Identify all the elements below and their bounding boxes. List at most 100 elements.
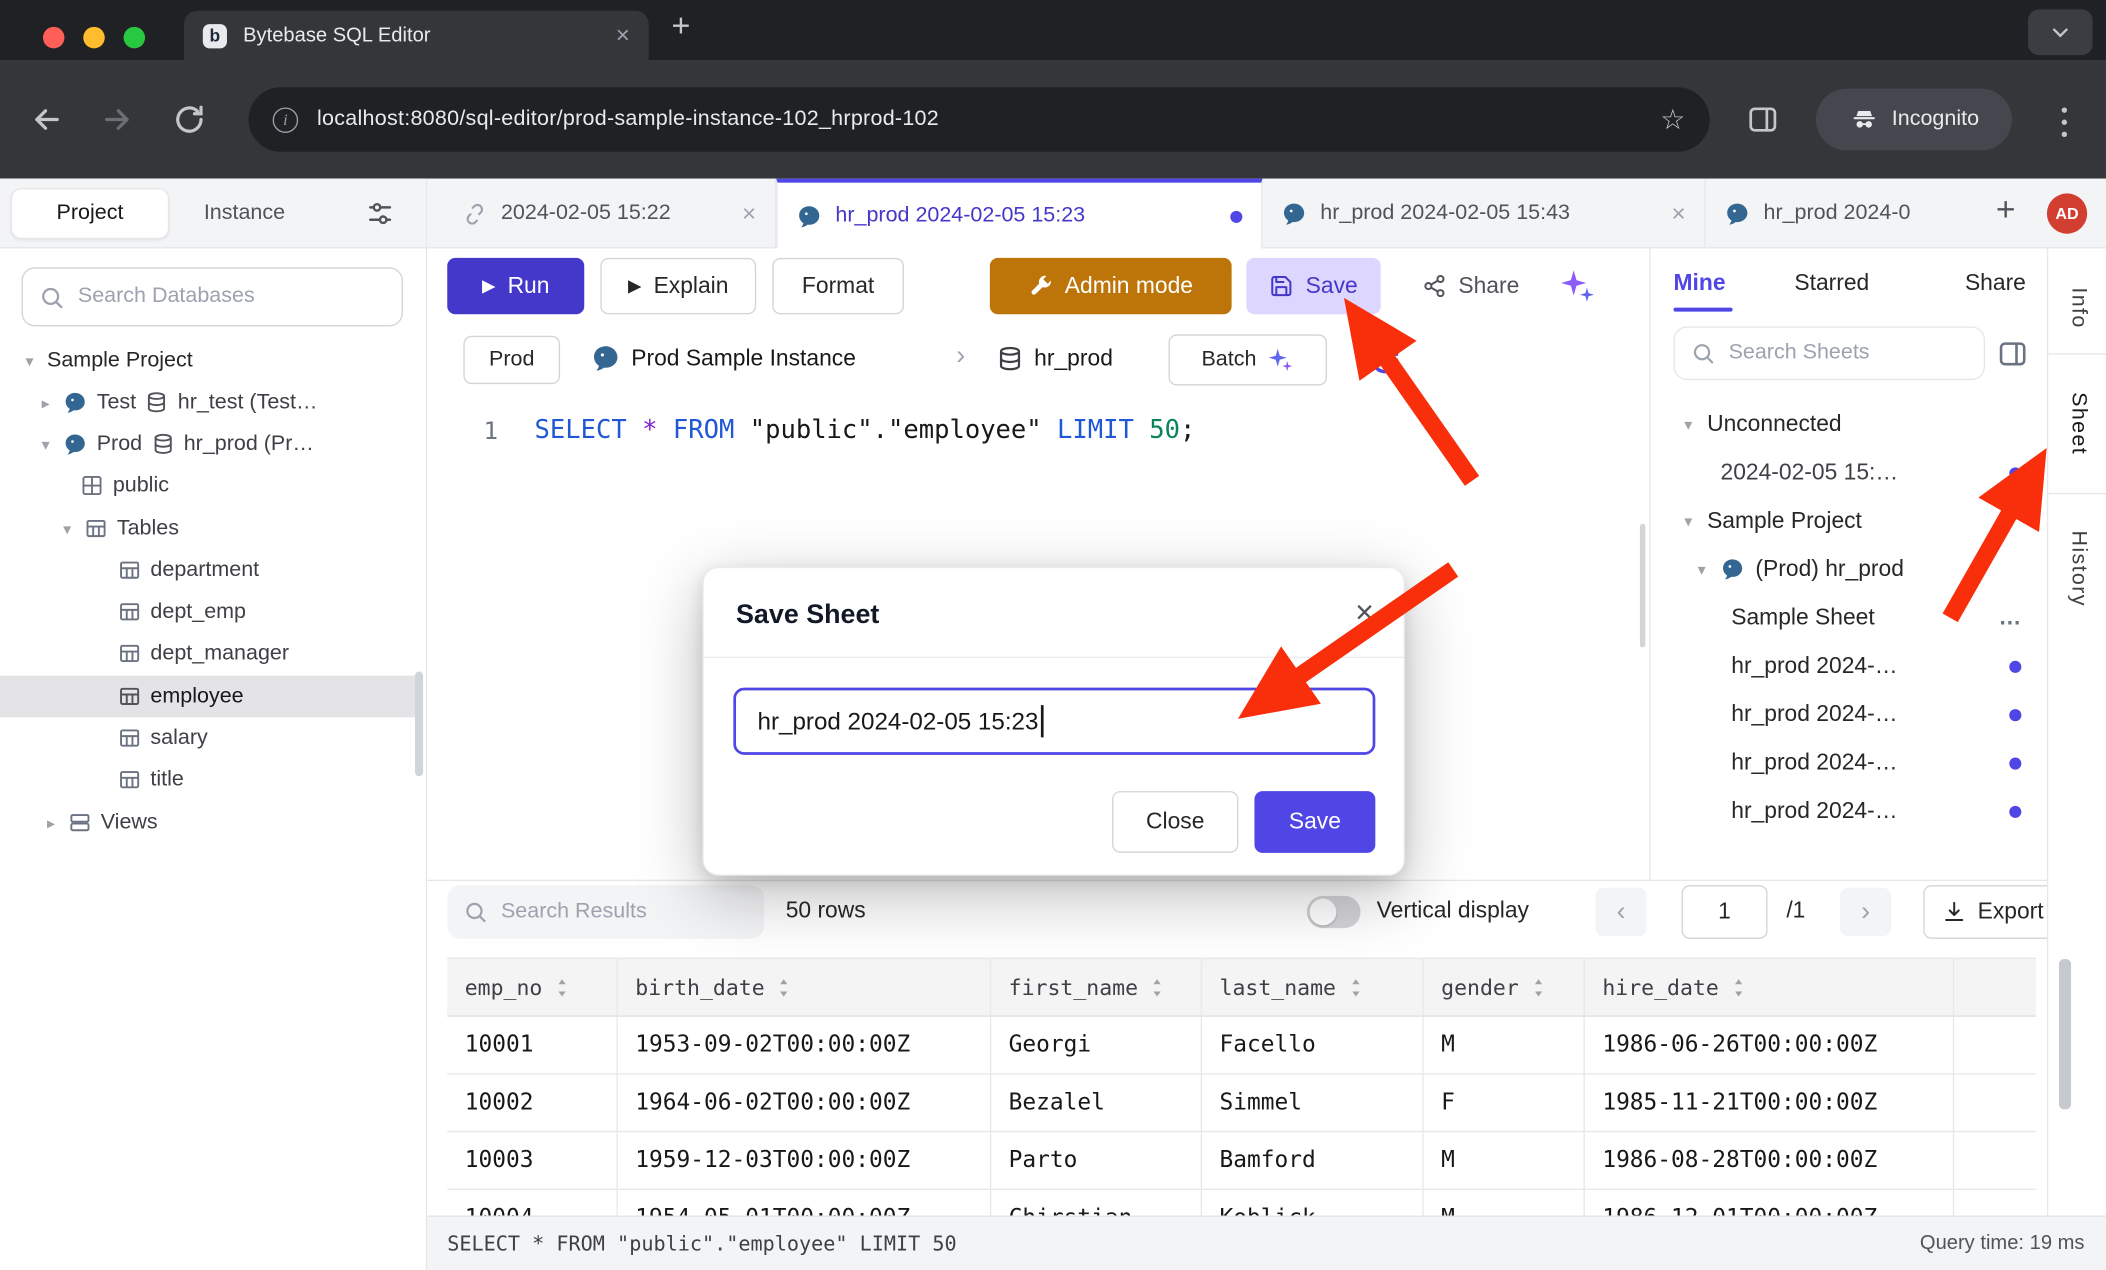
browser-tab[interactable]: b Bytebase SQL Editor × bbox=[184, 11, 649, 61]
sidebar-tab-instance[interactable]: Instance bbox=[175, 188, 315, 239]
tree-item-table-title[interactable]: title bbox=[0, 759, 419, 801]
tree-item-test-db[interactable]: ▸ Test hr_test (Test… bbox=[0, 381, 419, 423]
browser-menu-icon[interactable] bbox=[2058, 101, 2071, 144]
search-databases-input[interactable]: Search Databases bbox=[21, 267, 402, 326]
editor-tab-4[interactable]: hr_prod 2024-0 bbox=[1706, 179, 1975, 249]
tree-item-views[interactable]: ▸ Views bbox=[0, 802, 419, 844]
tree-item-table-salary[interactable]: salary bbox=[0, 717, 419, 759]
tab-close-icon[interactable]: × bbox=[1671, 199, 1685, 227]
window-zoom-button[interactable] bbox=[124, 27, 145, 48]
new-query-tab-button[interactable]: + bbox=[1996, 191, 2016, 230]
tab-starred[interactable]: Starred bbox=[1794, 270, 1869, 297]
table-cell[interactable]: Bamford bbox=[1202, 1132, 1424, 1188]
instance-name[interactable]: Prod Sample Instance bbox=[631, 345, 856, 372]
table-cell[interactable]: M bbox=[1424, 1017, 1585, 1073]
batch-button[interactable]: Batch bbox=[1168, 334, 1326, 385]
run-button[interactable]: ▶Run bbox=[447, 258, 584, 314]
table-cell[interactable]: Koblick bbox=[1202, 1190, 1424, 1216]
admin-mode-button[interactable]: Admin mode bbox=[990, 258, 1232, 314]
table-cell[interactable]: Chirstian bbox=[991, 1190, 1202, 1216]
tree-item-prod-db[interactable]: ▾ Prod hr_prod (Pr… bbox=[0, 423, 419, 465]
column-header[interactable]: gender bbox=[1424, 959, 1585, 1015]
tab-sheet[interactable]: Sheet bbox=[2048, 355, 2106, 495]
table-cell[interactable]: Facello bbox=[1202, 1017, 1424, 1073]
table-cell[interactable]: 10003 bbox=[447, 1132, 618, 1188]
sort-icon[interactable] bbox=[1530, 977, 1547, 997]
table-row[interactable]: 10004 1954-05-01T00:00:00Z Chirstian Kob… bbox=[447, 1190, 2036, 1216]
editor-tab-3[interactable]: hr_prod 2024-02-05 15:43 × bbox=[1263, 179, 1706, 249]
sheet-group-unconnected[interactable]: ▾ Unconnected bbox=[1651, 400, 2049, 448]
table-cell[interactable]: F bbox=[1424, 1074, 1585, 1130]
table-cell[interactable]: 10001 bbox=[447, 1017, 618, 1073]
table-cell[interactable]: Parto bbox=[991, 1132, 1202, 1188]
side-panel-icon[interactable] bbox=[1746, 103, 1780, 135]
filter-settings-icon[interactable] bbox=[365, 199, 395, 229]
table-row[interactable]: 10001 1953-09-02T00:00:00Z Georgi Facell… bbox=[447, 1017, 2036, 1075]
forward-icon[interactable] bbox=[99, 102, 134, 137]
window-minimize-button[interactable] bbox=[83, 27, 104, 48]
tab-search-button[interactable] bbox=[2028, 9, 2092, 55]
vertical-display-toggle[interactable] bbox=[1307, 896, 1361, 928]
tab-close-icon[interactable]: × bbox=[742, 199, 756, 227]
sheet-item[interactable]: hr_prod 2024-… bbox=[1651, 787, 2049, 835]
sheet-item[interactable]: 2024-02-05 15:… bbox=[1651, 449, 2049, 497]
back-icon[interactable] bbox=[30, 102, 65, 137]
table-row[interactable]: 10002 1964-06-02T00:00:00Z Bezalel Simme… bbox=[447, 1074, 2036, 1132]
table-cell[interactable]: 1986-08-28T00:00:00Z bbox=[1585, 1132, 1954, 1188]
bookmark-star-icon[interactable]: ☆ bbox=[1660, 103, 1685, 137]
table-cell[interactable]: M bbox=[1424, 1190, 1585, 1216]
tree-item-table-department[interactable]: department bbox=[0, 549, 419, 591]
sheet-item[interactable]: hr_prod 2024-… bbox=[1651, 690, 2049, 738]
tree-item-sample-project[interactable]: ▾ Sample Project bbox=[0, 340, 419, 382]
table-cell[interactable]: Georgi bbox=[991, 1017, 1202, 1073]
tab-share[interactable]: Share bbox=[1965, 270, 2026, 297]
sidebar-scrollbar[interactable] bbox=[415, 672, 423, 777]
user-avatar[interactable]: AD bbox=[2047, 193, 2087, 233]
table-cell[interactable]: Simmel bbox=[1202, 1074, 1424, 1130]
column-header[interactable]: first_name bbox=[991, 959, 1202, 1015]
dialog-save-button[interactable]: Save bbox=[1254, 791, 1375, 853]
window-close-button[interactable] bbox=[43, 27, 64, 48]
caret-down-icon[interactable]: ▾ bbox=[21, 351, 37, 370]
caret-right-icon[interactable]: ▸ bbox=[38, 393, 54, 412]
tab-history[interactable]: History bbox=[2048, 494, 2106, 642]
caret-down-icon[interactable]: ▾ bbox=[38, 434, 54, 453]
caret-down-icon[interactable]: ▾ bbox=[59, 519, 75, 538]
search-results-input[interactable]: Search Results bbox=[447, 885, 764, 939]
sort-icon[interactable] bbox=[1347, 977, 1364, 997]
sheet-name-input[interactable]: hr_prod 2024-02-05 15:23 bbox=[733, 688, 1375, 755]
table-row[interactable]: 10003 1959-12-03T00:00:00Z Parto Bamford… bbox=[447, 1132, 2036, 1190]
column-header[interactable]: birth_date bbox=[618, 959, 991, 1015]
save-button[interactable]: Save bbox=[1246, 258, 1380, 314]
collapse-panel-icon[interactable] bbox=[1997, 338, 2028, 369]
sheet-group-sample-project[interactable]: ▾ Sample Project bbox=[1651, 497, 2049, 545]
table-cell[interactable]: Bezalel bbox=[991, 1074, 1202, 1130]
dialog-close-icon[interactable]: × bbox=[1355, 595, 1374, 633]
sheet-group-prod-hrprod[interactable]: ▾ (Prod) hr_prod bbox=[1651, 545, 2049, 593]
table-cell[interactable]: 1986-06-26T00:00:00Z bbox=[1585, 1017, 1954, 1073]
share-button[interactable]: Share bbox=[1397, 258, 1545, 314]
table-cell[interactable]: 1959-12-03T00:00:00Z bbox=[618, 1132, 991, 1188]
refresh-icon[interactable] bbox=[1367, 342, 1402, 377]
sheet-item-sample-sheet[interactable]: Sample Sheet … bbox=[1651, 594, 2049, 642]
column-header[interactable]: emp_no bbox=[447, 959, 618, 1015]
table-scrollbar[interactable] bbox=[2059, 959, 2071, 1109]
table-cell[interactable]: 1953-09-02T00:00:00Z bbox=[618, 1017, 991, 1073]
sidebar-tab-project[interactable]: Project bbox=[11, 188, 169, 239]
table-cell[interactable]: 1986-12-01T00:00:00Z bbox=[1585, 1190, 1954, 1216]
tree-item-table-dept-manager[interactable]: dept_manager bbox=[0, 633, 419, 675]
tab-mine[interactable]: Mine bbox=[1674, 270, 1726, 297]
site-info-icon[interactable]: i bbox=[273, 107, 299, 133]
url-bar[interactable]: i localhost:8080/sql-editor/prod-sample-… bbox=[248, 87, 1709, 151]
caret-down-icon[interactable]: ▾ bbox=[1680, 415, 1696, 434]
column-header[interactable]: hire_date bbox=[1585, 959, 1954, 1015]
new-tab-button[interactable]: + bbox=[672, 8, 691, 46]
ai-sparkle-icon[interactable] bbox=[1558, 267, 1596, 305]
environment-chip[interactable]: Prod bbox=[463, 336, 560, 384]
page-number-input[interactable]: 1 bbox=[1682, 885, 1768, 939]
dialog-close-button[interactable]: Close bbox=[1112, 791, 1238, 853]
editor-tab-active[interactable]: hr_prod 2024-02-05 15:23 bbox=[776, 179, 1262, 250]
prev-page-button[interactable]: ‹ bbox=[1596, 888, 1647, 936]
explain-button[interactable]: ▶Explain bbox=[600, 258, 756, 314]
database-name[interactable]: hr_prod bbox=[1034, 345, 1113, 372]
